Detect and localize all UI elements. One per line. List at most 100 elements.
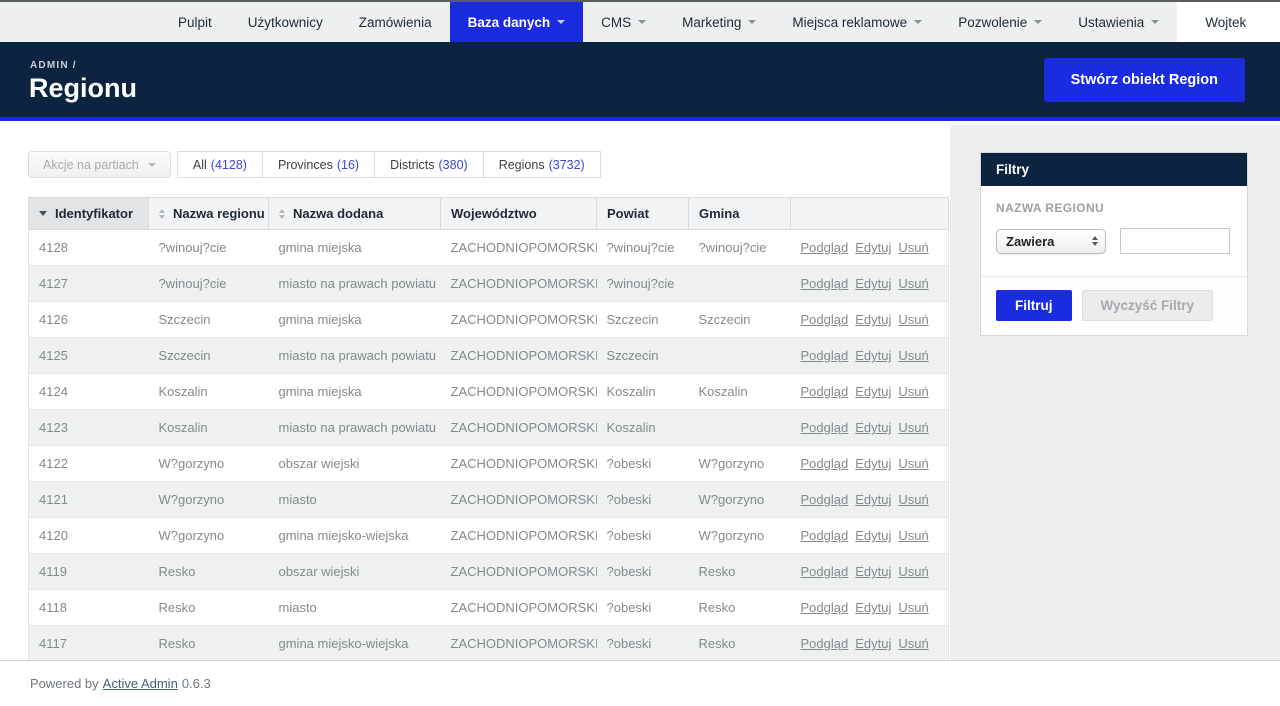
- cell-added-name: miasto na prawach powiatu: [268, 409, 441, 446]
- active-admin-link[interactable]: Active Admin: [103, 676, 178, 691]
- cell-region-name: ?winouj?cie: [148, 229, 269, 266]
- filter-value-input[interactable]: [1120, 228, 1230, 254]
- nav-item-cms[interactable]: CMS: [583, 2, 664, 42]
- action-edytuj[interactable]: Edytuj: [855, 600, 891, 615]
- action-edytuj[interactable]: Edytuj: [855, 636, 891, 651]
- action-usu[interactable]: Usuń: [898, 564, 928, 579]
- page-title: Regionu: [29, 73, 137, 103]
- action-usu[interactable]: Usuń: [898, 348, 928, 363]
- action-edytuj[interactable]: Edytuj: [855, 384, 891, 399]
- nav-item-miejsca-reklamowe[interactable]: Miejsca reklamowe: [774, 2, 940, 42]
- cell-id: 4123: [28, 409, 149, 446]
- action-podgl-d[interactable]: Podgląd: [801, 636, 849, 651]
- action-edytuj[interactable]: Edytuj: [855, 276, 891, 291]
- batch-actions-button[interactable]: Akcje na partiach: [28, 151, 171, 178]
- cell-district: ?obeski: [596, 625, 689, 660]
- action-edytuj[interactable]: Edytuj: [855, 420, 891, 435]
- row-actions: Podgląd Edytuj Usuń: [790, 517, 949, 554]
- select-stepper-icon: [1092, 236, 1098, 246]
- action-podgl-d[interactable]: Podgląd: [801, 420, 849, 435]
- action-podgl-d[interactable]: Podgląd: [801, 348, 849, 363]
- cell-district: ?winouj?cie: [596, 229, 689, 266]
- cell-province: ZACHODNIOPOMORSKIE: [440, 265, 597, 302]
- nav-item-pozwolenie[interactable]: Pozwolenie: [940, 2, 1060, 42]
- nav-item-label: CMS: [601, 14, 632, 30]
- action-usu[interactable]: Usuń: [898, 240, 928, 255]
- nav-item-label: Ustawienia: [1078, 14, 1145, 30]
- scope-tab-districts[interactable]: Districts (380): [374, 151, 484, 178]
- version-text: 0.6.3: [181, 676, 211, 691]
- table-row: 4128 ?winouj?cie gmina miejska ZACHODNIOPOM…: [28, 229, 949, 266]
- action-edytuj[interactable]: Edytuj: [855, 348, 891, 363]
- nav-item-u-ytkownicy[interactable]: Użytkownicy: [230, 2, 341, 42]
- action-usu[interactable]: Usuń: [898, 276, 928, 291]
- column-header-gmina: Gmina: [688, 197, 791, 230]
- cell-commune: W?gorzyno: [688, 445, 791, 482]
- action-podgl-d[interactable]: Podgląd: [801, 312, 849, 327]
- cell-added-name: miasto: [268, 589, 441, 626]
- cell-region-name: Resko: [148, 553, 269, 590]
- action-podgl-d[interactable]: Podgląd: [801, 456, 849, 471]
- row-actions: Podgląd Edytuj Usuń: [790, 373, 949, 410]
- nav-item-baza-danych[interactable]: Baza danych: [449, 2, 584, 42]
- scope-tab-regions[interactable]: Regions (3732): [482, 151, 601, 178]
- filter-submit-button[interactable]: Filtruj: [996, 290, 1072, 321]
- scope-count: (3732): [548, 157, 585, 172]
- filter-operator-value: Zawiera: [1006, 233, 1055, 249]
- main-nav-items: Pulpit Użytkownicy Zamówienia Baza danych CM…: [0, 2, 1177, 42]
- action-edytuj[interactable]: Edytuj: [855, 312, 891, 327]
- cell-id: 4120: [28, 517, 149, 554]
- nav-item-zam-wienia[interactable]: Zamówienia: [341, 2, 450, 42]
- filter-clear-button[interactable]: Wyczyść Filtry: [1081, 290, 1214, 321]
- row-actions: Podgląd Edytuj Usuń: [790, 409, 949, 446]
- action-usu[interactable]: Usuń: [898, 492, 928, 507]
- table-row: 4123 Koszalin miasto na prawach powiatu ZAC…: [28, 409, 949, 446]
- cell-region-name: Szczecin: [148, 301, 269, 338]
- cell-id: 4122: [28, 445, 149, 482]
- nav-item-pulpit[interactable]: Pulpit: [160, 2, 230, 42]
- column-header-label: Powiat: [607, 206, 649, 221]
- action-usu[interactable]: Usuń: [898, 456, 928, 471]
- column-header-identyfikator[interactable]: Identyfikator: [28, 197, 149, 230]
- cell-added-name: gmina miejsko-wiejska: [268, 625, 441, 660]
- cell-id: 4127: [28, 265, 149, 302]
- action-podgl-d[interactable]: Podgląd: [801, 384, 849, 399]
- scope-tab-all[interactable]: All (4128): [176, 151, 263, 178]
- action-podgl-d[interactable]: Podgląd: [801, 492, 849, 507]
- action-podgl-d[interactable]: Podgląd: [801, 240, 849, 255]
- action-podgl-d[interactable]: Podgląd: [801, 528, 849, 543]
- action-edytuj[interactable]: Edytuj: [855, 528, 891, 543]
- action-edytuj[interactable]: Edytuj: [855, 564, 891, 579]
- action-usu[interactable]: Usuń: [898, 312, 928, 327]
- scope-tab-provinces[interactable]: Provinces (16): [261, 151, 376, 178]
- cell-id: 4125: [28, 337, 149, 374]
- action-podgl-d[interactable]: Podgląd: [801, 600, 849, 615]
- action-usu[interactable]: Usuń: [898, 528, 928, 543]
- filter-operator-select[interactable]: Zawiera: [996, 228, 1106, 254]
- action-podgl-d[interactable]: Podgląd: [801, 276, 849, 291]
- cell-district: Koszalin: [596, 409, 689, 446]
- filter-panel: Filtry NAZWA REGIONU Zawiera Filtruj Wyc…: [980, 152, 1248, 336]
- action-usu[interactable]: Usuń: [898, 384, 928, 399]
- action-edytuj[interactable]: Edytuj: [855, 240, 891, 255]
- table-row: 4122 W?gorzyno obszar wiejski ZACHODNIOPOMO…: [28, 445, 949, 482]
- action-usu[interactable]: Usuń: [898, 600, 928, 615]
- action-podgl-d[interactable]: Podgląd: [801, 564, 849, 579]
- cell-province: ZACHODNIOPOMORSKIE: [440, 589, 597, 626]
- breadcrumb: ADMIN /: [30, 60, 77, 71]
- nav-item-marketing[interactable]: Marketing: [664, 2, 774, 42]
- nav-item-label: Zamówienia: [358, 14, 432, 30]
- cell-province: ZACHODNIOPOMORSKIE: [440, 517, 597, 554]
- column-header-nazwa-regionu[interactable]: Nazwa regionu: [148, 197, 269, 230]
- sortable-icon: [159, 208, 165, 219]
- create-region-button[interactable]: Stwórz obiekt Region: [1043, 58, 1245, 102]
- action-edytuj[interactable]: Edytuj: [855, 456, 891, 471]
- column-header-label: Identyfikator: [55, 206, 134, 221]
- action-usu[interactable]: Usuń: [898, 420, 928, 435]
- cell-added-name: gmina miejska: [268, 301, 441, 338]
- column-header-nazwa-dodana[interactable]: Nazwa dodana: [268, 197, 441, 230]
- action-edytuj[interactable]: Edytuj: [855, 492, 891, 507]
- action-usu[interactable]: Usuń: [898, 636, 928, 651]
- cell-region-name: Koszalin: [148, 373, 269, 410]
- nav-item-ustawienia[interactable]: Ustawienia: [1060, 2, 1177, 42]
